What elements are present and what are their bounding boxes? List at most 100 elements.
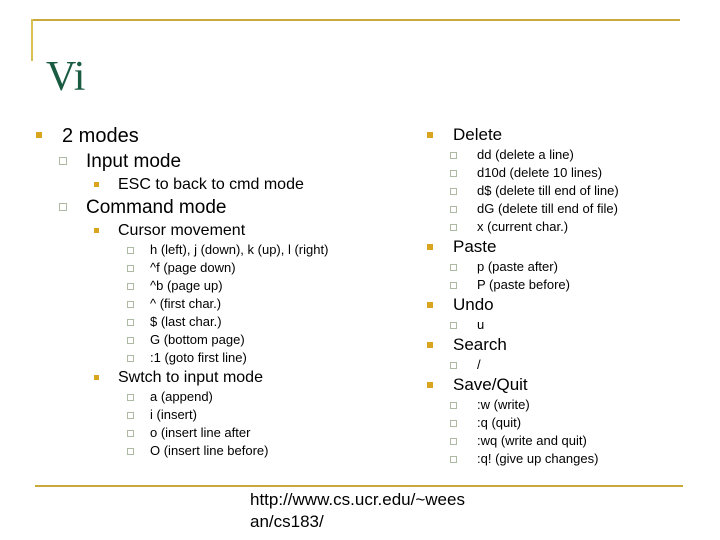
hollow-square-bullet-icon [450, 322, 457, 329]
filled-square-bullet-icon [427, 342, 433, 348]
left-column-item: Input mode [36, 149, 406, 174]
left-column-item-label: a (append) [150, 389, 213, 404]
left-column-item-label: i (insert) [150, 407, 197, 422]
left-column-item-label: $ (last char.) [150, 314, 222, 329]
left-column-item: Command mode [36, 195, 406, 220]
left-column-item-label: G (bottom page) [150, 332, 245, 347]
left-column-item: i (insert) [36, 406, 406, 424]
hollow-square-bullet-icon [127, 247, 134, 254]
hollow-square-bullet-icon [450, 402, 457, 409]
left-column-item: G (bottom page) [36, 331, 406, 349]
left-column-item-label: Cursor movement [118, 222, 246, 239]
filled-square-bullet-icon [94, 228, 99, 233]
hollow-square-bullet-icon [127, 337, 134, 344]
left-column-item: ^ (first char.) [36, 295, 406, 313]
left-column-item: ^f (page down) [36, 259, 406, 277]
hollow-square-bullet-icon [450, 456, 457, 463]
left-column-item: :1 (goto first line) [36, 349, 406, 367]
outline-left-column: 2 modes Input mode ESC to back to cmd mode… [36, 124, 406, 460]
right-column-item: / [423, 356, 713, 374]
right-column-item-label: :q! (give up changes) [477, 451, 599, 466]
right-column-item: Save/Quit [423, 374, 713, 396]
left-column-item: ^b (page up) [36, 277, 406, 295]
right-column-item: Undo [423, 294, 713, 316]
footer-url[interactable]: http://www.cs.ucr.edu/~weesan/cs183/ [250, 489, 465, 533]
hollow-square-bullet-icon [127, 412, 134, 419]
right-column-item: Paste [423, 236, 713, 258]
left-column-item: O (insert line before) [36, 442, 406, 460]
hollow-square-bullet-icon [127, 448, 134, 455]
filled-square-bullet-icon [36, 132, 42, 138]
left-column-item: 2 modes [36, 124, 406, 149]
right-column-item: P (paste before) [423, 276, 713, 294]
hollow-square-bullet-icon [127, 319, 134, 326]
hollow-square-bullet-icon [59, 157, 67, 165]
right-column-item: d$ (delete till end of line) [423, 182, 713, 200]
left-column-item-label: :1 (goto first line) [150, 350, 247, 365]
right-column-item-label: Search [453, 335, 507, 354]
right-column-item-label: :q (quit) [477, 415, 522, 430]
right-column-item-label: Undo [453, 295, 494, 314]
right-column-item: :wq (write and quit) [423, 432, 713, 450]
left-column-item: Swtch to input mode [36, 367, 406, 388]
right-column-item-label: :wq (write and quit) [477, 433, 587, 448]
right-column-item: dG (delete till end of file) [423, 200, 713, 218]
right-column-item: :q (quit) [423, 414, 713, 432]
hollow-square-bullet-icon [450, 362, 457, 369]
left-column-item: o (insert line after [36, 424, 406, 442]
right-column-item: Search [423, 334, 713, 356]
right-column-item-label: / [477, 357, 481, 372]
right-column-item: d10d (delete 10 lines) [423, 164, 713, 182]
hollow-square-bullet-icon [450, 152, 457, 159]
right-column-item-label: Delete [453, 125, 503, 144]
right-column-item: dd (delete a line) [423, 146, 713, 164]
hollow-square-bullet-icon [450, 420, 457, 427]
decorative-bottom-rule [35, 485, 683, 487]
hollow-square-bullet-icon [127, 355, 134, 362]
left-column-item-label: ESC to back to cmd mode [118, 176, 304, 193]
filled-square-bullet-icon [427, 244, 433, 250]
filled-square-bullet-icon [94, 375, 99, 380]
decorative-left-rule [31, 19, 33, 61]
left-column-item: Cursor movement [36, 220, 406, 241]
hollow-square-bullet-icon [127, 265, 134, 272]
left-column-item: a (append) [36, 388, 406, 406]
right-column-item-label: d10d (delete 10 lines) [477, 165, 603, 180]
hollow-square-bullet-icon [450, 188, 457, 195]
left-column-item-label: Input mode [86, 151, 182, 172]
hollow-square-bullet-icon [450, 206, 457, 213]
left-column-item-label: ^b (page up) [150, 278, 223, 293]
filled-square-bullet-icon [427, 132, 433, 138]
left-column-item: h (left), j (down), k (up), l (right) [36, 241, 406, 259]
right-column-item-label: dG (delete till end of file) [477, 201, 618, 216]
right-column-item: x (current char.) [423, 218, 713, 236]
left-column-item-label: o (insert line after [150, 425, 251, 440]
left-column-item-label: 2 modes [62, 125, 139, 147]
right-column-item-label: Save/Quit [453, 375, 528, 394]
hollow-square-bullet-icon [127, 430, 134, 437]
right-column-item: Delete [423, 124, 713, 146]
filled-square-bullet-icon [427, 302, 433, 308]
page-title: Vi [46, 54, 86, 100]
hollow-square-bullet-icon [59, 203, 67, 211]
hollow-square-bullet-icon [450, 224, 457, 231]
right-column-item-label: dd (delete a line) [477, 147, 574, 162]
outline-right-column: Delete dd (delete a line) d10d (delete 10 … [423, 124, 713, 468]
hollow-square-bullet-icon [450, 170, 457, 177]
left-column-item: $ (last char.) [36, 313, 406, 331]
right-column-item: u [423, 316, 713, 334]
hollow-square-bullet-icon [450, 438, 457, 445]
left-column-item-label: Command mode [86, 197, 227, 218]
right-column-item-label: p (paste after) [477, 259, 558, 274]
right-column-item: :w (write) [423, 396, 713, 414]
left-column-item-label: Swtch to input mode [118, 369, 263, 386]
left-column-item-label: ^f (page down) [150, 260, 236, 275]
left-column-item: ESC to back to cmd mode [36, 174, 406, 195]
hollow-square-bullet-icon [127, 301, 134, 308]
filled-square-bullet-icon [94, 182, 99, 187]
right-column-item: p (paste after) [423, 258, 713, 276]
right-column-item-label: P (paste before) [477, 277, 570, 292]
right-column-item: :q! (give up changes) [423, 450, 713, 468]
left-column-item-label: ^ (first char.) [150, 296, 222, 311]
right-column-item-label: x (current char.) [477, 219, 569, 234]
